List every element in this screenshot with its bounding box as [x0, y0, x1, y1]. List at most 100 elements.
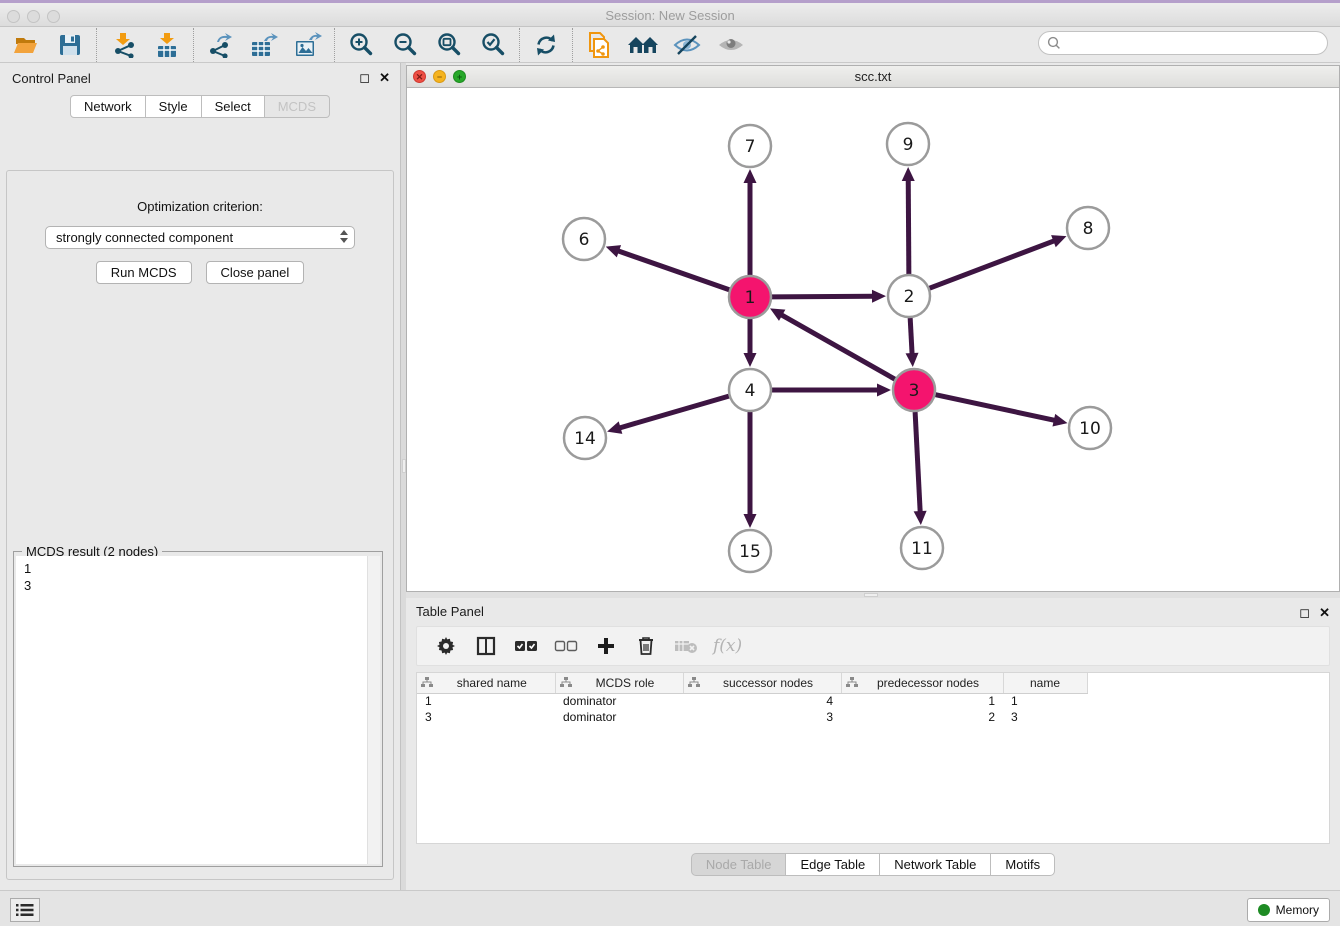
main-toolbar [0, 27, 1340, 63]
graph-node-label: 10 [1079, 419, 1101, 439]
tab-style[interactable]: Style [146, 95, 202, 118]
hierarchy-icon [421, 677, 433, 688]
zoom-fit-icon[interactable] [429, 29, 469, 61]
export-image-icon[interactable] [288, 29, 328, 61]
home-layout-icon[interactable] [623, 29, 663, 61]
select-all-rows-icon[interactable] [513, 633, 539, 659]
add-column-icon[interactable] [593, 633, 619, 659]
control-panel: Control Panel ◻ ✕ Network Style Select M… [0, 63, 400, 890]
export-network-icon[interactable] [200, 29, 240, 61]
result-scrollbar[interactable] [367, 556, 380, 864]
window-titlebar[interactable]: Session: New Session [0, 3, 1340, 27]
task-history-button[interactable] [10, 898, 40, 922]
tab-network-table[interactable]: Network Table [880, 853, 991, 876]
hierarchy-icon [846, 677, 858, 688]
toggle-column-view-icon[interactable] [473, 633, 499, 659]
network-view-window: ✕ − + scc.txt 7 9 6 8 1 2 4 3 14 10 15 11 [406, 65, 1340, 592]
memory-label: Memory [1276, 903, 1319, 917]
optimization-criterion-select[interactable]: strongly connected component [45, 226, 355, 249]
optimization-criterion-label: Optimization criterion: [7, 199, 393, 214]
tab-network[interactable]: Network [70, 95, 146, 118]
column-header-mcds-role[interactable]: MCDS role [555, 673, 683, 693]
table-row[interactable]: 1 dominator 4 1 1 [417, 693, 1087, 709]
clone-network-icon[interactable] [579, 29, 619, 61]
graph-node-label: 2 [904, 287, 915, 307]
column-header-predecessor-nodes[interactable]: predecessor nodes [841, 673, 1003, 693]
graph-node-label: 9 [903, 135, 914, 155]
mcds-panel: Optimization criterion: strongly connect… [6, 170, 394, 880]
mcds-result-group: MCDS result (2 nodes) 1 3 [13, 551, 383, 867]
memory-status-icon [1258, 904, 1270, 916]
graph-node-label: 6 [579, 230, 590, 250]
memory-button[interactable]: Memory [1247, 898, 1330, 922]
network-minimize-icon[interactable]: − [433, 70, 446, 83]
function-builder-icon[interactable]: f(x) [713, 636, 742, 656]
optimization-criterion-value: strongly connected component [56, 230, 233, 245]
tab-mcds[interactable]: MCDS [265, 95, 330, 118]
select-stepper-icon [340, 230, 348, 243]
hierarchy-icon [560, 677, 572, 688]
column-header-shared-name[interactable]: shared name [417, 673, 555, 693]
network-close-icon[interactable]: ✕ [413, 70, 426, 83]
control-panel-tabs: Network Style Select MCDS [0, 95, 400, 118]
settings-gear-icon[interactable] [433, 633, 459, 659]
run-mcds-button[interactable]: Run MCDS [96, 261, 192, 284]
save-session-icon[interactable] [50, 29, 90, 61]
export-table-icon[interactable] [244, 29, 284, 61]
splitter-grip[interactable] [864, 593, 878, 597]
status-bar: Memory [0, 890, 1340, 926]
hide-selected-icon[interactable] [667, 29, 707, 61]
table-panel-title: Table Panel [416, 604, 484, 619]
column-header-name[interactable]: name [1003, 673, 1087, 693]
tab-edge-table[interactable]: Edge Table [786, 853, 880, 876]
network-window-title: scc.txt [407, 66, 1339, 87]
graph-node-label: 8 [1083, 219, 1094, 239]
table-panel: Table Panel ◻ ✕ [406, 598, 1340, 890]
graph-node-label: 11 [911, 539, 933, 559]
search-icon [1047, 36, 1061, 50]
import-table-icon[interactable] [147, 29, 187, 61]
network-maximize-icon[interactable]: + [453, 70, 466, 83]
table-tabs: Node Table Edge Table Network Table Moti… [406, 853, 1340, 876]
refresh-icon[interactable] [526, 29, 566, 61]
control-panel-title: Control Panel [12, 71, 91, 86]
tab-node-table[interactable]: Node Table [691, 853, 787, 876]
show-all-icon[interactable] [711, 29, 751, 61]
search-input[interactable] [1066, 36, 1319, 50]
task-list-icon [16, 903, 34, 917]
node-table[interactable]: shared name MCDS role successor nodes pr… [416, 672, 1330, 844]
zoom-out-icon[interactable] [385, 29, 425, 61]
zoom-in-icon[interactable] [341, 29, 381, 61]
network-canvas[interactable]: 7 9 6 8 1 2 4 3 14 10 15 11 [407, 88, 1339, 591]
float-panel-icon[interactable]: ◻ [359, 70, 370, 85]
network-window-titlebar[interactable]: ✕ − + scc.txt [407, 66, 1339, 88]
graph-node-label: 4 [745, 381, 756, 401]
delete-table-icon[interactable] [673, 633, 699, 659]
close-panel-button[interactable]: Close panel [206, 261, 305, 284]
mcds-result-area[interactable]: 1 3 [16, 556, 380, 864]
tab-motifs[interactable]: Motifs [991, 853, 1055, 876]
graph-node-label: 15 [739, 542, 761, 562]
graph-node-label: 14 [574, 429, 596, 449]
close-panel-icon[interactable]: ✕ [1319, 605, 1330, 620]
table-row[interactable]: 3 dominator 3 2 3 [417, 709, 1087, 725]
zoom-selected-icon[interactable] [473, 29, 513, 61]
table-toolbar: f(x) [416, 626, 1330, 666]
graph-node-label: 7 [745, 137, 756, 157]
graph-node-label: 1 [745, 288, 756, 308]
deselect-all-rows-icon[interactable] [553, 633, 579, 659]
delete-column-icon[interactable] [633, 633, 659, 659]
graph-node-label: 3 [909, 381, 920, 401]
search-field[interactable] [1038, 31, 1328, 55]
close-panel-icon[interactable]: ✕ [379, 70, 390, 85]
window-title: Session: New Session [0, 8, 1340, 23]
float-panel-icon[interactable]: ◻ [1299, 605, 1310, 620]
import-network-icon[interactable] [103, 29, 143, 61]
table-header-row: shared name MCDS role successor nodes pr… [417, 673, 1087, 693]
column-header-successor-nodes[interactable]: successor nodes [683, 673, 841, 693]
tab-select[interactable]: Select [202, 95, 265, 118]
open-session-icon[interactable] [6, 29, 46, 61]
mcds-result-lines: 1 3 [16, 556, 380, 594]
application-window: Session: New Session [0, 0, 1340, 926]
hierarchy-icon [688, 677, 700, 688]
